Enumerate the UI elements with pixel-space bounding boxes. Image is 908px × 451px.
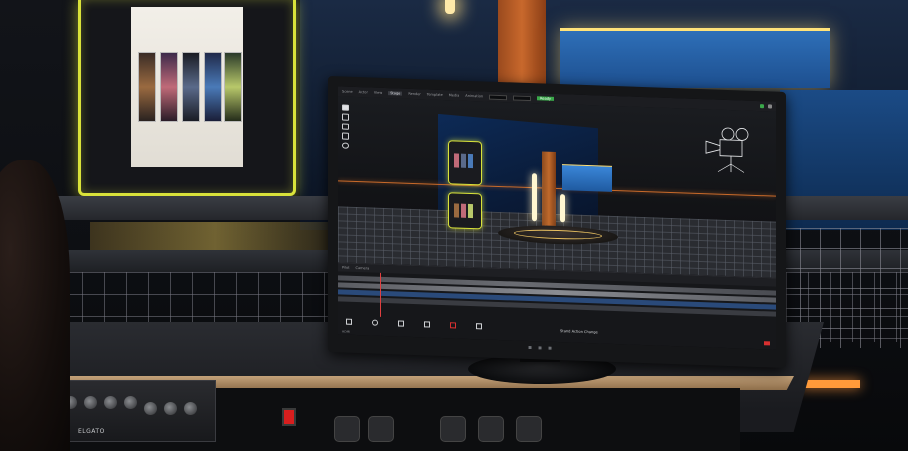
timeline-tab-camera[interactable]: Camera: [356, 266, 370, 270]
menu-item-render[interactable]: Render: [408, 92, 420, 96]
play-icon[interactable]: [372, 319, 378, 326]
virtual-blue-panel: [562, 164, 612, 192]
camera-gizmo-icon[interactable]: [698, 125, 768, 177]
display-photo: [182, 52, 200, 122]
editor-app-window: Scene Actor View Stage Render Template M…: [338, 86, 776, 350]
menu-item-template[interactable]: Template: [427, 92, 443, 97]
virtual-light-tube: [560, 194, 565, 223]
monitor: Scene Actor View Stage Render Template M…: [328, 76, 786, 368]
focus-tool-icon[interactable]: [342, 142, 349, 149]
virtual-orange-pillar: [542, 151, 556, 226]
ready-button[interactable]: Ready: [537, 96, 555, 101]
numeric-field[interactable]: [489, 94, 508, 100]
menu-item-animation[interactable]: Animation: [465, 94, 483, 99]
display-photo: [138, 52, 156, 122]
display-photo: [204, 52, 222, 122]
output-label: HDMI: [342, 329, 351, 334]
numeric-field[interactable]: [513, 94, 532, 101]
knob-icon[interactable]: [144, 402, 157, 415]
menu-item-scene[interactable]: Scene: [342, 89, 353, 93]
power-switch[interactable]: [282, 408, 296, 426]
device-brand-label: ELGATO: [78, 428, 105, 435]
viewport-toolbar: [342, 104, 350, 149]
3d-viewport[interactable]: [338, 96, 776, 278]
alert-badge: [764, 341, 770, 346]
forward-icon[interactable]: [476, 323, 482, 330]
person-silhouette: [0, 160, 70, 451]
rewind-icon[interactable]: [346, 318, 352, 325]
background-blue-panel: [560, 28, 830, 88]
virtual-light-tube: [532, 173, 537, 222]
mini-photo: [461, 203, 466, 218]
mini-photo: [468, 203, 473, 219]
mini-photo: [468, 153, 473, 169]
mini-photo: [454, 153, 459, 168]
timeline-panel: Pilot Camera Stand Action Change HDMI: [338, 262, 776, 350]
power-socket: [516, 416, 542, 442]
menu-item-actor[interactable]: Actor: [359, 90, 368, 94]
knob-icon[interactable]: [84, 396, 97, 409]
mini-photo: [454, 203, 459, 218]
menu-item-view[interactable]: View: [374, 91, 382, 95]
menu-item-media[interactable]: Media: [449, 93, 460, 97]
virtual-screen-bottom: [448, 192, 482, 230]
display-photo: [160, 52, 178, 122]
floor-light-orange: [800, 380, 860, 388]
power-socket: [440, 416, 466, 442]
virtual-screen-top: [448, 140, 482, 186]
knob-icon[interactable]: [164, 402, 177, 415]
power-socket: [368, 416, 394, 442]
scale-tool-icon[interactable]: [342, 132, 349, 140]
stop-icon[interactable]: [398, 320, 404, 327]
select-tool-icon[interactable]: [342, 104, 349, 112]
rotate-tool-icon[interactable]: [342, 123, 349, 130]
menu-item-stage[interactable]: Stage: [388, 91, 403, 96]
mini-photo: [461, 153, 466, 168]
railing-glow: [90, 222, 340, 250]
ceiling-lamp: [445, 0, 455, 14]
knob-icon[interactable]: [104, 396, 117, 409]
record-icon[interactable]: [450, 322, 456, 329]
knob-icon[interactable]: [124, 396, 137, 409]
power-socket: [478, 416, 504, 442]
monitor-brand-mark: ▪ ▪ ▪: [528, 343, 555, 352]
studio-photo: ELGATO Scene Actor View Stage Render Tem…: [0, 0, 908, 451]
loop-icon[interactable]: [424, 321, 430, 328]
move-tool-icon[interactable]: [342, 113, 349, 121]
status-dot-icon: [760, 104, 764, 109]
background-orange-pillar: [498, 0, 546, 90]
timeline-tab-pilot[interactable]: Pilot: [342, 265, 350, 269]
display-photo: [224, 52, 242, 122]
settings-icon[interactable]: [768, 104, 772, 109]
power-socket: [334, 416, 360, 442]
knob-icon[interactable]: [184, 402, 197, 415]
